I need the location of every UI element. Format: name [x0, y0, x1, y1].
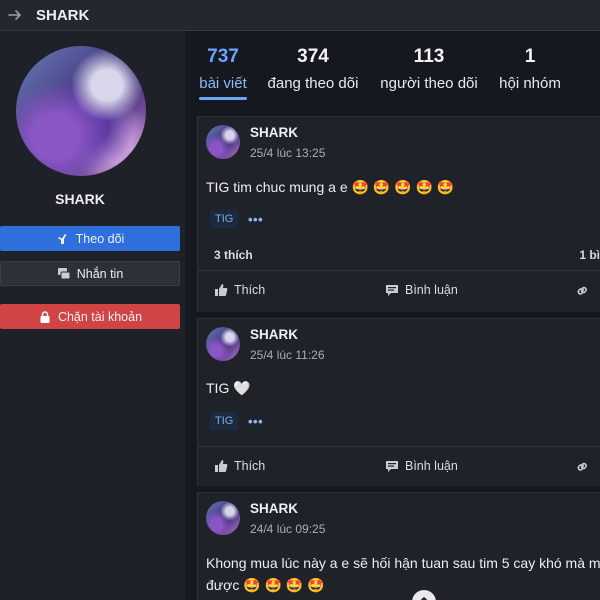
post-more-options[interactable]: ••• — [248, 414, 263, 429]
stat-groups-value: 1 — [524, 46, 536, 67]
block-label: Chặn tài khoản — [57, 309, 143, 324]
post-timestamp[interactable]: 24/4 lúc 09:25 — [250, 522, 325, 536]
message-label: Nhắn tin — [76, 266, 124, 281]
post-text-line2: được 🤩 🤩 🤩 🤩 — [206, 577, 325, 593]
follow-label: Theo dõi — [75, 231, 125, 246]
back-arrow-icon[interactable] — [0, 0, 30, 31]
stat-posts[interactable]: 737 bài viết — [197, 41, 249, 100]
link-icon[interactable] — [575, 283, 590, 298]
comment-label: Bình luận — [405, 283, 458, 297]
comment-button[interactable]: Bình luận — [385, 459, 458, 473]
like-label: Thích — [234, 283, 266, 297]
stat-followers-value: 113 — [413, 46, 445, 67]
link-icon[interactable] — [575, 459, 590, 474]
follow-icon — [57, 233, 67, 244]
profile-sidebar: SHARK Theo dõi Nhắn tin Chặn tài khoản — [0, 31, 185, 600]
like-button[interactable]: Thích — [214, 459, 265, 473]
top-bar: SHARK — [0, 0, 600, 31]
follow-button[interactable]: Theo dõi — [0, 226, 180, 251]
post-text: TIG 🤍 — [206, 380, 251, 396]
comment-icon — [386, 285, 398, 296]
post-likes-count[interactable]: 3 thích — [214, 248, 253, 262]
post-tag[interactable]: TIG — [210, 210, 239, 228]
profile-stats: 737 bài viết 374 đang theo dõi 113 người… — [195, 41, 600, 103]
stat-followers-label: người theo dõi — [380, 75, 478, 92]
comment-button[interactable]: Bình luận — [385, 283, 458, 297]
post-author-avatar[interactable] — [206, 501, 240, 535]
stat-groups[interactable]: 1 hội nhóm — [495, 41, 565, 92]
post-text: TIG tim chuc mung a e 🤩 🤩 🤩 🤩 🤩 — [206, 179, 455, 195]
thumbs-up-icon — [215, 284, 228, 296]
post-author-avatar[interactable] — [206, 327, 240, 361]
post-timestamp[interactable]: 25/4 lúc 11:26 — [250, 348, 325, 362]
active-tab-indicator — [199, 97, 247, 100]
profile-name: SHARK — [55, 191, 105, 207]
message-icon — [57, 267, 71, 279]
comment-label: Bình luận — [405, 459, 458, 473]
stat-following-label: đang theo dõi — [267, 75, 359, 92]
post-card: SHARK 24/4 lúc 09:25 Khong mua lúc này a… — [197, 492, 600, 600]
post-tag[interactable]: TIG — [210, 412, 239, 430]
message-button[interactable]: Nhắn tin — [0, 261, 180, 286]
stat-following[interactable]: 374 đang theo dõi — [263, 41, 363, 92]
post-more-options[interactable]: ••• — [248, 212, 263, 227]
post-author-name[interactable]: SHARK — [250, 125, 298, 140]
stat-posts-label: bài viết — [199, 75, 247, 92]
profile-avatar[interactable] — [16, 46, 146, 176]
post-divider — [198, 270, 600, 271]
post-author-avatar[interactable] — [206, 125, 240, 159]
arrow-up-icon — [420, 597, 428, 600]
page-title: SHARK — [36, 6, 90, 24]
post-author-name[interactable]: SHARK — [250, 501, 298, 516]
post-comments-count[interactable]: 1 bì — [579, 248, 600, 262]
post-card: SHARK 25/4 lúc 13:25 TIG tim chuc mung a… — [197, 116, 600, 312]
comment-icon — [386, 461, 398, 472]
thumbs-up-icon — [215, 460, 228, 472]
stat-following-value: 374 — [297, 46, 329, 67]
stat-posts-value: 737 — [207, 46, 239, 67]
lock-icon — [40, 310, 50, 323]
like-label: Thích — [234, 459, 266, 473]
post-divider — [198, 446, 600, 447]
post-timestamp[interactable]: 25/4 lúc 13:25 — [250, 146, 325, 160]
like-button[interactable]: Thích — [214, 283, 265, 297]
stat-followers[interactable]: 113 người theo dõi — [375, 41, 483, 92]
post-card: SHARK 25/4 lúc 11:26 TIG 🤍 TIG ••• Thích… — [197, 318, 600, 486]
stat-groups-label: hội nhóm — [499, 75, 561, 92]
post-author-name[interactable]: SHARK — [250, 327, 298, 342]
post-text: Khong mua lúc này a e sẽ hối hận tuan sa… — [206, 555, 600, 571]
block-account-button[interactable]: Chặn tài khoản — [0, 304, 180, 329]
